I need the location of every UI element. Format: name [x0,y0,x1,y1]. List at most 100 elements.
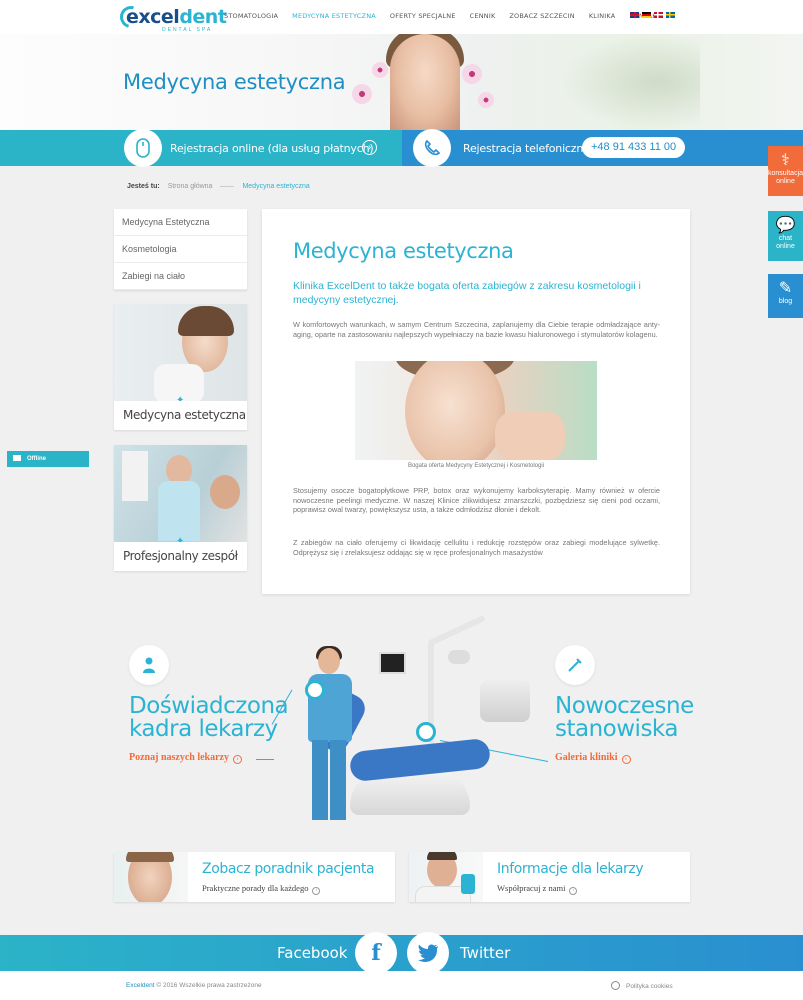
copyright: Exceldent © 2016 Wszelkie prawa zastrzeż… [126,982,262,989]
feature-doctors-link[interactable]: Poznaj naszych lekarzy › [129,752,242,764]
content-paragraph: Stosujemy osocze bogatopłytkowe PRP, bot… [293,486,660,514]
hotspot-icon[interactable] [416,722,436,742]
content-lead: Klinika ExcelDent to także bogata oferta… [293,280,641,306]
breadcrumb-current: Medycyna estetyczna [242,183,310,190]
pencil-icon: ✎ [778,280,793,297]
flag-de-icon[interactable] [642,12,651,18]
arrow-right-icon[interactable]: › [362,140,377,155]
logo-subtitle: DENTAL SPA [162,27,213,33]
logo[interactable]: exceldent DENTAL SPA [115,1,227,34]
arrow-right-icon: › [621,755,631,764]
nav-item-klinika[interactable]: KLINIKA [589,12,616,20]
main-nav: STOMATOLOGIA MEDYCYNA ESTETYCZNA OFERTY … [224,12,660,20]
nav-item-oferty-specjalne[interactable]: OFERTY SPECJALNE [390,12,456,20]
online-registration[interactable]: Rejestracja online (dla usług płatnych) … [0,129,402,167]
phone-number[interactable]: +48 91 433 11 00 [582,137,686,158]
header: exceldent DENTAL SPA STOMATOLOGIA MEDYCY… [0,0,803,34]
aesthetic-treatment-image: ✦ [114,304,247,401]
card-caption: Profesjonalny zespół [123,549,238,563]
doctor-photo [409,852,483,902]
hero-model-image [390,34,460,130]
sidebar-card-medycyna[interactable]: ✦ Medycyna estetyczna [114,304,247,430]
envelope-icon [13,455,21,461]
content-title: Medycyna estetyczna [293,239,514,263]
hero-background-plant [560,34,700,130]
hero-banner: Medycyna estetyczna [0,34,803,130]
dental-unit-arm [428,614,486,646]
team-image: ✦ [114,445,247,542]
orchid-icon [352,84,372,104]
facebook-icon[interactable]: f [355,932,397,974]
nav-item-zobacz-szczecin[interactable]: ZOBACZ SZCZECIN [509,12,574,20]
dental-monitor [379,652,406,674]
nav-item-cennik[interactable]: CENNIK [470,12,496,20]
card-title: Zobacz poradnik pacjenta [202,861,375,877]
card-title: Informacje dla lekarzy [497,861,644,877]
hotspot-icon[interactable] [305,680,325,700]
doctor-icon: ⚕ [781,152,790,169]
sidebar-card-zespol[interactable]: ✦ Profesjonalny zespół [114,445,247,571]
card-caption: Medycyna estetyczna [123,408,246,422]
online-registration-label: Rejestracja online (dla usług płatnych) [170,142,374,155]
social-bar: Facebook f Twitter [0,932,803,974]
dental-lamp [448,650,470,664]
patient-guide-card[interactable]: Zobacz poradnik pacjenta Praktyczne pora… [114,852,395,902]
orchid-icon [462,64,482,84]
feature-stations-title: Nowoczesne stanowiska [555,693,694,742]
flag-dk-icon[interactable] [654,12,663,18]
breadcrumb-home[interactable]: Strona główna [168,183,213,190]
mouse-icon [124,129,162,167]
flag-en-icon[interactable] [630,12,639,18]
photo-caption: Bogata oferta Medycyny Estetycznej i Kos… [407,463,545,469]
flag-se-icon[interactable] [666,12,675,18]
page-title: Medycyna estetyczna [123,70,346,94]
tab-konsultacja-online[interactable]: ⚕ konsultacja online [768,146,803,196]
facebook-label[interactable]: Facebook [277,944,347,962]
card-subtitle: Współpracuj z nami › [497,883,578,895]
phone-registration-label: Rejestracja telefoniczna [463,142,590,155]
doctors-info-card[interactable]: Informacje dla lekarzy Współpracuj z nam… [409,852,690,902]
sparkle-icon: ✦ [176,536,185,542]
connector-line [256,759,274,760]
twitter-label[interactable]: Twitter [460,944,510,962]
breadcrumb: Jesteś tu: Strona główna Medycyna estety… [127,183,310,190]
doctor-illustration [300,646,360,824]
sidebar-item-kosmetologia[interactable]: Kosmetologia [114,236,247,263]
orchid-icon [478,92,494,108]
dental-tool-tray [480,680,530,722]
feature-stations-link[interactable]: Galeria kliniki › [555,752,631,764]
cookie-icon [611,981,620,990]
arrow-right-icon: › [569,887,578,895]
content-photo [355,361,597,460]
sidebar-item-medycyna-estetyczna[interactable]: Medycyna Estetyczna [114,209,247,236]
content-paragraph: W komfortowych warunkach, w samym Centru… [293,320,660,339]
content-paragraph: Z zabiegów na ciało oferujemy ci likwida… [293,538,660,557]
registration-bar: Rejestracja online (dla usług płatnych) … [0,129,803,167]
tab-chat-online[interactable]: 💬 chat online [768,211,803,261]
breadcrumb-label: Jesteś tu: [127,183,160,190]
offline-chat-widget[interactable]: Offline [7,451,89,467]
tab-blog[interactable]: ✎ blog [768,274,803,318]
sidebar-item-zabiegi-na-cialo[interactable]: Zabiegi na ciało [114,263,247,290]
feature-doctors-title: Doświadczona kadra lekarzy [129,693,289,742]
nav-item-stomatologia[interactable]: STOMATOLOGIA [224,12,278,20]
arrow-right-icon: › [312,887,321,895]
language-switcher [630,12,675,18]
doctor-icon [129,645,169,685]
chat-icon: 💬 [775,217,796,234]
sidebar-menu: Medycyna Estetyczna Kosmetologia Zabiegi… [114,209,247,290]
main-content: Medycyna estetyczna Klinika ExcelDent to… [262,209,690,594]
logo-wordmark: exceldent [126,6,227,28]
footer: Exceldent © 2016 Wszelkie prawa zastrzeż… [0,971,803,1000]
twitter-icon[interactable] [407,932,449,974]
breadcrumb-separator [220,186,235,187]
sparkle-icon: ✦ [176,395,185,401]
card-subtitle: Praktyczne porady dla każdego › [202,883,321,895]
nav-item-medycyna-estetyczna[interactable]: MEDYCYNA ESTETYCZNA [292,12,376,20]
arrow-right-icon: › [233,755,242,764]
orchid-icon [372,62,388,78]
cookies-policy-link[interactable]: Polityka cookies [611,981,673,990]
dental-tool-icon [555,645,595,685]
patient-photo [114,852,188,902]
phone-icon [413,129,451,167]
